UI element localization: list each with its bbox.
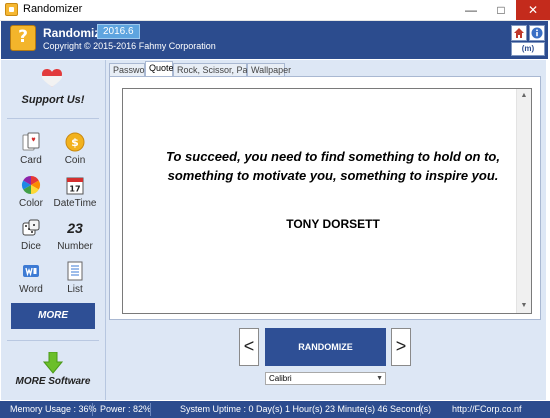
home-icon[interactable] xyxy=(511,25,527,41)
quote-display: ▲ ▼ To succeed, you need to find somethi… xyxy=(122,88,532,314)
system-uptime: System Uptime : 0 Day(s) 1 Hour(s) 23 Mi… xyxy=(180,404,432,414)
sidebar-item-label: Number xyxy=(57,241,93,252)
arrow-down-icon xyxy=(43,352,63,374)
copyright-text: Copyright © 2015-2016 Fahmy Corporation xyxy=(43,41,216,51)
number-icon: 23 xyxy=(66,220,83,236)
previous-button[interactable]: < xyxy=(239,328,259,366)
tab-wallpaper[interactable]: Wallpaper xyxy=(247,63,291,76)
website-link[interactable]: http://FCorp.co.nf xyxy=(452,404,522,414)
word-icon xyxy=(23,265,39,277)
scroll-up-icon[interactable]: ▲ xyxy=(517,89,531,103)
quote-text: To succeed, you need to find something t… xyxy=(166,149,500,183)
maximize-icon[interactable]: □ xyxy=(486,0,516,20)
calendar-day: 17 xyxy=(69,185,80,194)
sidebar-item-label: Card xyxy=(20,155,42,166)
vertical-scrollbar[interactable]: ▲ ▼ xyxy=(516,89,531,313)
info-icon[interactable] xyxy=(529,25,545,41)
divider xyxy=(7,340,99,341)
scroll-down-icon[interactable]: ▼ xyxy=(517,299,531,313)
more-software-label: MORE Software xyxy=(15,376,91,387)
support-us-button[interactable]: Support Us! xyxy=(1,60,105,120)
color-wheel-icon xyxy=(21,176,41,194)
dice-icon xyxy=(22,219,40,236)
chevron-down-icon: ▼ xyxy=(376,375,383,382)
sidebar-item-label: DateTime xyxy=(53,198,97,209)
sidebar-item-card[interactable]: Card xyxy=(6,132,56,172)
tab-quote[interactable]: Quote xyxy=(145,61,174,77)
sidebar: Support Us! Card $ Coin Color 17 DateTim… xyxy=(1,60,106,400)
divider xyxy=(420,403,421,416)
list-icon xyxy=(67,261,83,281)
sidebar-item-list[interactable]: List xyxy=(50,261,100,301)
divider xyxy=(7,118,99,119)
sidebar-item-datetime[interactable]: 17 DateTime xyxy=(50,175,100,215)
sidebar-item-dice[interactable]: Dice xyxy=(6,218,56,258)
sidebar-item-word[interactable]: Word xyxy=(6,261,56,301)
svg-text:$: $ xyxy=(71,136,79,149)
sidebar-item-label: Color xyxy=(19,198,43,209)
divider xyxy=(92,403,93,416)
app-icon xyxy=(5,3,18,16)
window-titlebar: Randomizer — □ ✕ xyxy=(0,0,550,21)
window-title: Randomizer xyxy=(23,3,83,15)
version-badge: 2016.6 xyxy=(97,24,140,39)
tab-password[interactable]: Password xyxy=(109,63,153,76)
support-us-label: Support Us! xyxy=(21,94,85,106)
heart-icon xyxy=(42,69,62,87)
close-icon[interactable]: ✕ xyxy=(516,0,550,20)
more-software-button[interactable]: MORE Software xyxy=(1,350,105,400)
more-button[interactable]: MORE xyxy=(11,303,95,329)
tab-rock-scissor-paper[interactable]: Rock, Scissor, Paper xyxy=(173,63,261,76)
sidebar-item-label: List xyxy=(67,284,83,295)
main-content: Password Quote Rock, Scissor, Paper Wall… xyxy=(106,60,546,400)
sidebar-item-label: Coin xyxy=(64,155,86,166)
randomize-button[interactable]: RANDOMIZE xyxy=(265,328,386,366)
sidebar-item-label: Word xyxy=(19,284,43,295)
number-icon-text: 23 xyxy=(66,220,83,236)
logo-icon xyxy=(10,25,36,51)
language-button[interactable]: (m) xyxy=(511,42,545,56)
memory-usage: Memory Usage : 36% xyxy=(10,404,97,414)
quote-panel: ▲ ▼ To succeed, you need to find somethi… xyxy=(109,76,541,320)
sidebar-item-coin[interactable]: $ Coin xyxy=(50,132,100,172)
coin-icon: $ xyxy=(65,132,85,152)
sidebar-item-label: Dice xyxy=(20,241,41,252)
next-button[interactable]: > xyxy=(391,328,411,366)
quote-author: TONY DORSETT xyxy=(286,217,380,231)
power-status: Power : 82% xyxy=(100,404,152,414)
font-select[interactable]: Calibri ▼ xyxy=(265,372,386,385)
sidebar-item-number[interactable]: 23 Number xyxy=(50,218,100,258)
playing-card-icon xyxy=(22,132,40,151)
divider xyxy=(150,403,151,416)
calendar-icon: 17 xyxy=(66,177,84,195)
sidebar-item-color[interactable]: Color xyxy=(6,175,56,215)
status-bar: Memory Usage : 36% Power : 82% System Up… xyxy=(0,401,550,418)
font-select-value: Calibri xyxy=(269,374,292,383)
minimize-icon[interactable]: — xyxy=(456,0,486,20)
app-header: Randomizer 2016.6 Copyright © 2015-2016 … xyxy=(1,21,548,59)
